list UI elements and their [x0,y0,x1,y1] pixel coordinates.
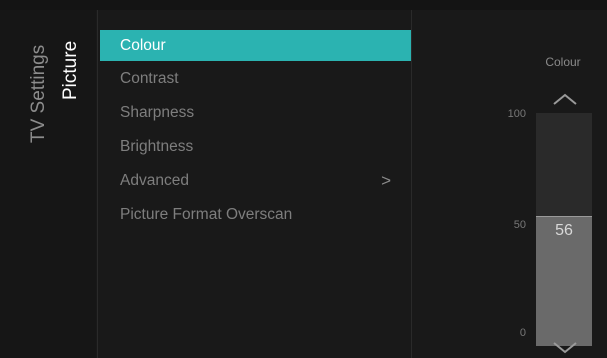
slider-min-label: 0 [519,327,526,339]
slider-max-label: 100 [507,108,526,120]
slider-fill: 56 [536,215,592,346]
menu-item-colour[interactable]: Colour [100,30,411,61]
divider [411,10,412,358]
menu-item-label: Picture Format Overscan [120,206,293,223]
menu-item-advanced[interactable]: Advanced > [100,165,411,199]
picture-menu: Colour Contrast Sharpness Brightness Adv… [100,30,411,358]
menu-item-label: Brightness [120,138,194,155]
divider [97,10,98,358]
breadcrumb: TV Settings Picture [0,10,96,358]
menu-item-contrast[interactable]: Contrast [100,63,411,97]
breadcrumb-root[interactable]: TV Settings [28,45,50,143]
menu-item-sharpness[interactable]: Sharpness [100,97,411,131]
chevron-right-icon: > [381,171,391,190]
chevron-up-icon[interactable] [552,92,578,106]
chevron-down-icon[interactable] [552,340,578,354]
slider-mid-label: 50 [513,219,526,231]
slider-title: Colour [545,55,581,69]
menu-item-label: Advanced [120,172,189,189]
slider-value: 56 [555,221,573,239]
menu-item-label: Sharpness [120,104,195,121]
colour-slider[interactable]: 56 [536,113,592,346]
slider-fill-edge [536,215,592,217]
menu-item-label: Contrast [120,70,179,87]
menu-item-picture-format-overscan[interactable]: Picture Format Overscan [100,199,411,233]
breadcrumb-current: Picture [60,40,81,100]
menu-item-brightness[interactable]: Brightness [100,131,411,165]
menu-item-label: Colour [120,37,166,54]
